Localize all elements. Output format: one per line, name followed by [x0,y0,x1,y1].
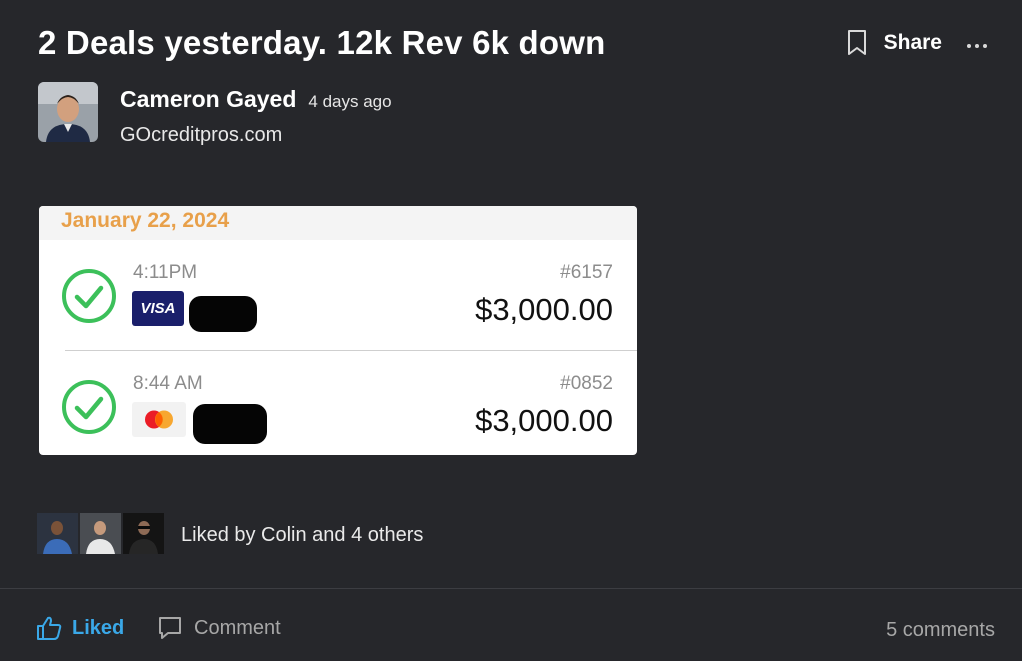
comment-button[interactable]: Comment [157,615,281,641]
redaction-mark [193,404,267,444]
liker-avatar[interactable] [80,513,121,554]
author-line: Cameron Gayed 4 days ago [120,86,392,113]
like-button[interactable]: Liked [36,615,124,641]
author-name[interactable]: Cameron Gayed [120,86,296,113]
transaction-number: #6157 [560,262,613,283]
liker-avatars [37,513,166,554]
bookmark-icon[interactable] [846,29,868,57]
liker-avatar[interactable] [123,513,164,554]
post: 2 Deals yesterday. 12k Rev 6k down Share [0,0,1022,661]
post-top-actions: Share [846,28,988,58]
transaction-row: 8:44 AM #0852 $3,000.00 [39,351,637,455]
like-label: Liked [72,616,125,639]
more-icon[interactable] [966,38,988,48]
check-icon [62,269,116,323]
liker-avatar[interactable] [37,513,78,554]
likes-summary[interactable]: Liked by Colin and 4 others [181,524,423,547]
visa-logo: VISA [132,291,184,326]
transaction-time: 8:44 AM [133,373,203,394]
transaction-number: #0852 [560,373,613,394]
post-timestamp: 4 days ago [308,92,392,111]
receipt-image[interactable]: January 22, 2024 4:11PM #6157 $3,000.00 … [39,206,637,455]
thumbs-up-icon [37,616,62,640]
comments-count[interactable]: 5 comments [886,619,995,642]
author-website: GOcreditpros.com [120,124,283,146]
post-action-bar: Liked Comment 5 comments [0,589,1022,661]
transaction-amount: $3,000.00 [475,403,613,438]
author-avatar[interactable] [38,82,98,142]
post-title: 2 Deals yesterday. 12k Rev 6k down [38,24,606,61]
check-icon [62,380,116,434]
transaction-row: 4:11PM #6157 $3,000.00 VISA [39,240,637,350]
transaction-amount: $3,000.00 [475,292,613,327]
share-button[interactable]: Share [884,31,942,55]
receipt-date: January 22, 2024 [39,206,637,240]
transaction-time: 4:11PM [133,262,198,283]
comment-icon [159,617,181,639]
comment-label: Comment [194,616,281,639]
mastercard-logo [132,402,186,437]
redaction-mark [189,296,257,332]
